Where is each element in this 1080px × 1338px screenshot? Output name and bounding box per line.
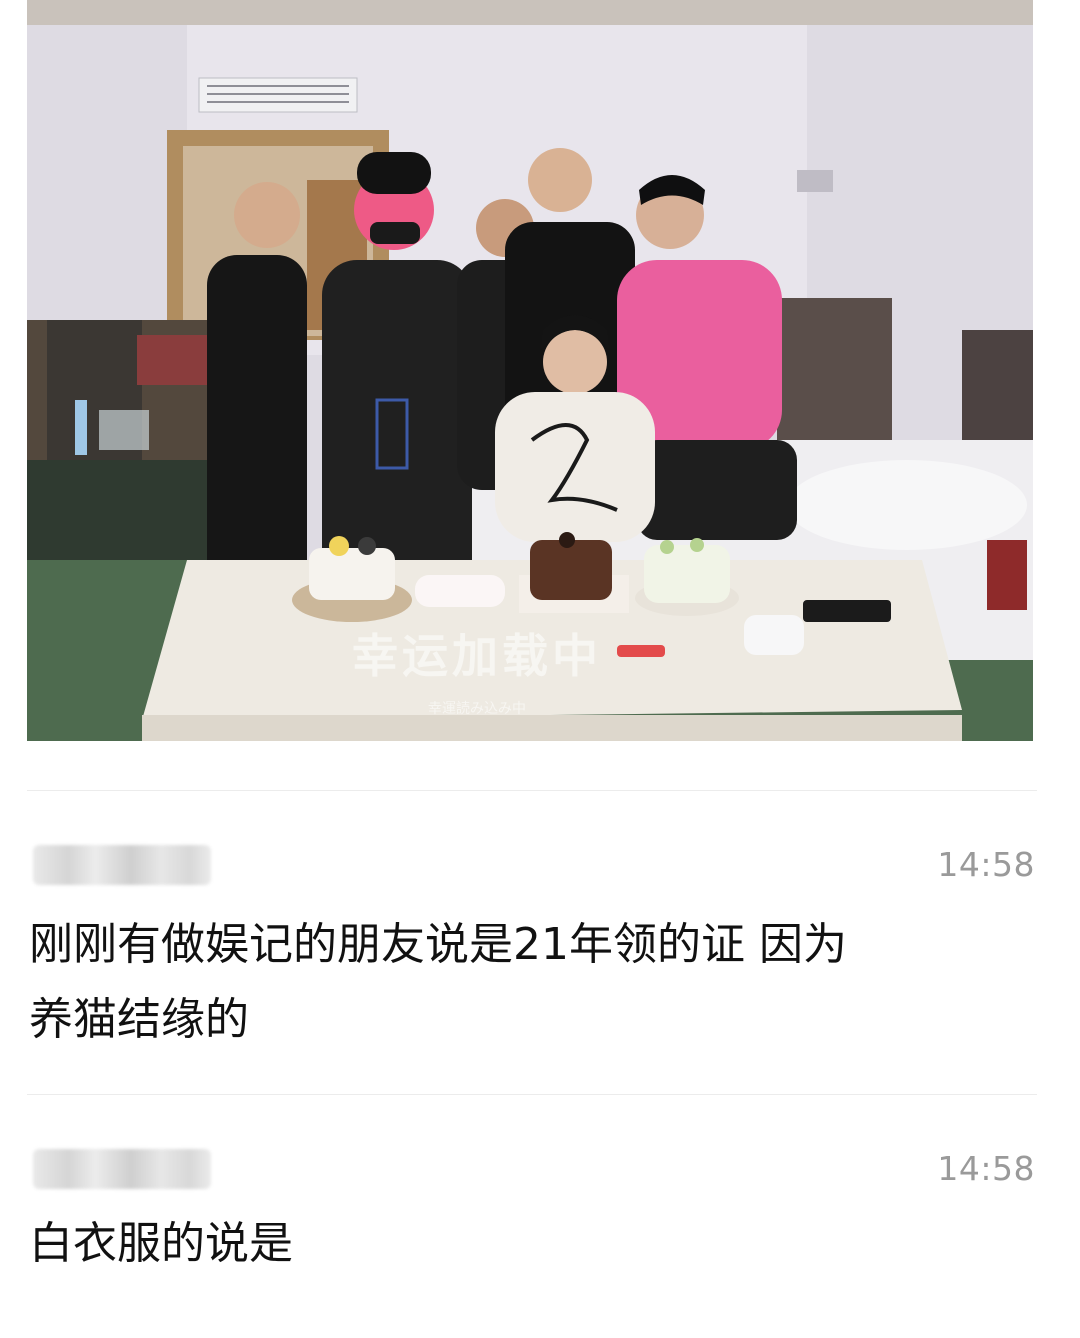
photo-illustration: 幸运加载中 幸運読み込み中 <box>27 0 1033 741</box>
comment-text-line: 刚刚有做娱记的朋友说是21年领的证 因为 <box>29 919 847 970</box>
comment-timestamp: 14:58 <box>937 845 1035 884</box>
blurred-username[interactable] <box>33 1149 211 1189</box>
post-photo[interactable]: 幸运加载中 幸運読み込み中 <box>27 0 1033 741</box>
comment-timestamp: 14:58 <box>937 1149 1035 1188</box>
comment-text-line: 白衣服的说是 <box>29 1218 293 1269</box>
comment-text: 刚刚有做娱记的朋友说是21年领的证 因为 养猫结缘的 <box>29 907 1029 1057</box>
comment-text: 白衣服的说是 <box>29 1206 1029 1281</box>
comment-item: 14:58 白衣服的说是 <box>27 1094 1037 1324</box>
blurred-username[interactable] <box>33 845 211 885</box>
comment-text-line: 养猫结缘的 <box>29 994 249 1045</box>
comment-item: 14:58 刚刚有做娱记的朋友说是21年领的证 因为 养猫结缘的 <box>27 790 1037 1090</box>
photo-overlay-title: 幸运加载中 <box>352 629 602 683</box>
photo-overlay-subtitle: 幸運読み込み中 <box>428 700 526 717</box>
